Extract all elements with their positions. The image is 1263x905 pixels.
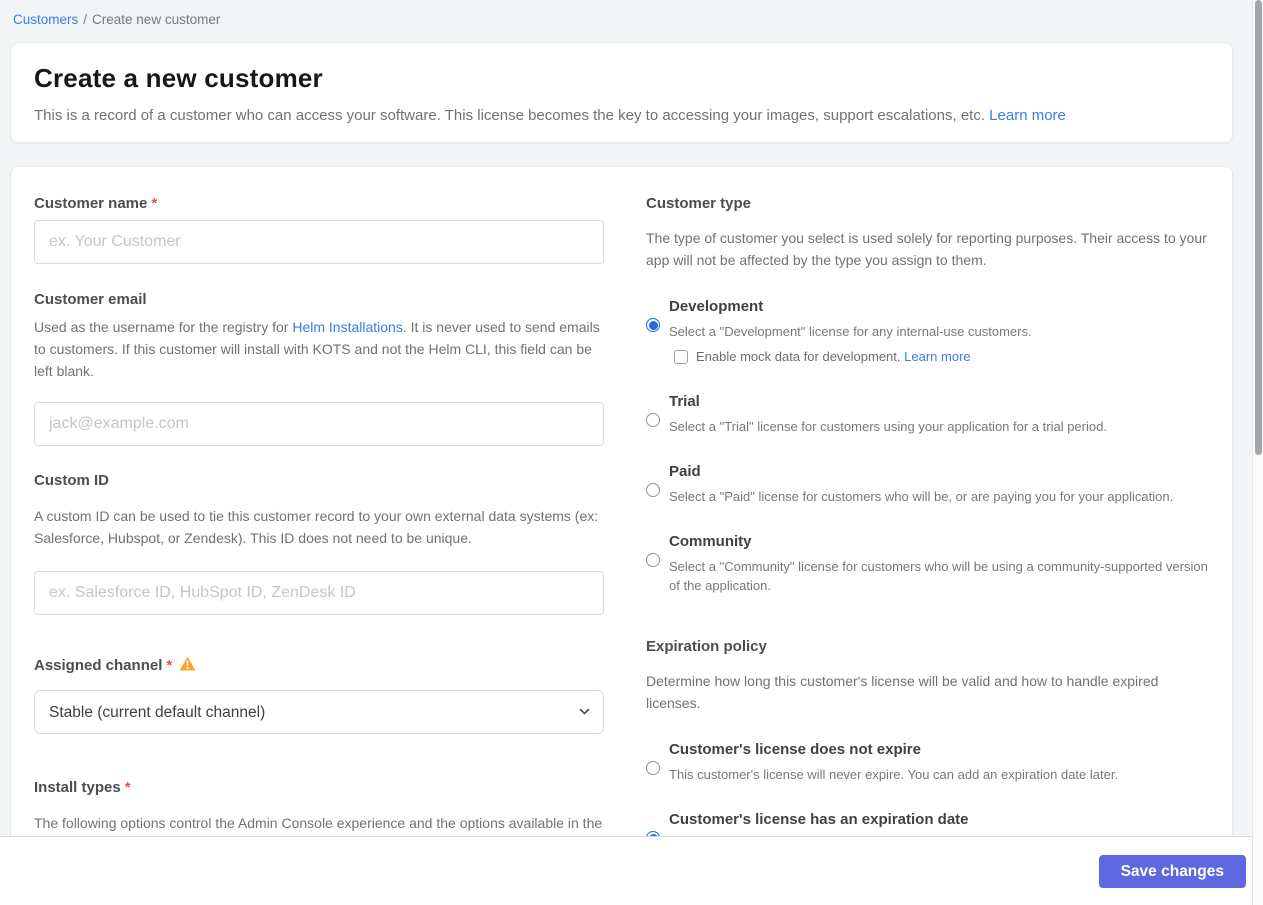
paid-option-desc: Select a "Paid" license for customers wh… <box>669 489 1174 504</box>
breadcrumb-current: Create new customer <box>92 12 221 27</box>
custom-id-label: Custom ID <box>34 472 109 489</box>
scrollbar-thumb[interactable] <box>1254 0 1262 455</box>
assigned-channel-select[interactable]: Stable (current default channel) <box>34 690 604 734</box>
form-right-column: Customer type The type of customer you s… <box>646 194 1211 838</box>
header-description-text: This is a record of a customer who can a… <box>34 107 985 124</box>
no-expire-option-desc: This customer's license will never expir… <box>669 767 1119 782</box>
action-footer: Save changes <box>0 836 1263 905</box>
community-radio[interactable] <box>646 553 660 567</box>
community-option-title: Community <box>669 533 752 550</box>
mock-data-checkbox[interactable] <box>674 350 688 364</box>
required-asterisk: * <box>166 657 173 674</box>
community-option-desc: Select a "Community" license for custome… <box>669 559 1208 593</box>
breadcrumb-separator: / <box>83 12 88 27</box>
customer-email-label: Customer email <box>34 291 147 308</box>
development-option-desc: Select a "Development" license for any i… <box>669 324 1032 339</box>
customer-type-option-development: Development Select a "Development" licen… <box>646 297 1211 366</box>
page-title: Create a new customer <box>34 63 323 93</box>
expiration-policy-options: Customer's license does not expire This … <box>646 740 1211 838</box>
header-description: This is a record of a customer who can a… <box>34 105 1209 126</box>
page: Customers / Create new customer Create a n… <box>0 0 1263 905</box>
customer-email-help: Used as the username for the registry fo… <box>34 316 604 382</box>
required-asterisk: * <box>124 779 131 796</box>
save-changes-button[interactable]: Save changes <box>1098 855 1246 888</box>
assigned-channel-label: Assigned channel * <box>34 656 604 676</box>
breadcrumb: Customers / Create new customer <box>13 12 1233 27</box>
install-types-help: The following options control the Admin … <box>34 812 604 838</box>
email-help-before: Used as the username for the registry fo… <box>34 319 293 335</box>
warning-icon <box>179 656 196 671</box>
trial-radio[interactable] <box>646 413 660 427</box>
expiration-option-has-date: Customer's license has an expiration dat… <box>646 810 1211 838</box>
customer-email-input[interactable] <box>34 402 604 446</box>
expiration-policy-heading: Expiration policy <box>646 638 767 655</box>
mock-data-label-text: Enable mock data for development. <box>696 349 901 364</box>
custom-id-input[interactable] <box>34 571 604 615</box>
assigned-channel-label-text: Assigned channel <box>34 657 163 674</box>
header-learn-more-link[interactable]: Learn more <box>989 107 1066 124</box>
mock-data-row: Enable mock data for development. Learn … <box>674 348 1211 366</box>
no-expire-radio[interactable] <box>646 761 660 775</box>
custom-id-help: A custom ID can be used to tie this cust… <box>34 508 599 546</box>
trial-option-desc: Select a "Trial" license for customers u… <box>669 419 1107 434</box>
helm-installations-link[interactable]: Helm Installations <box>292 319 403 335</box>
header-card: Create a new customer This is a record o… <box>10 42 1233 143</box>
customer-form-card: Customer name* Customer email Used as th… <box>10 166 1233 839</box>
development-option-title: Development <box>669 298 764 315</box>
form-left-column: Customer name* Customer email Used as th… <box>34 194 604 838</box>
page-scrollbar[interactable] <box>1252 0 1263 905</box>
paid-option-title: Paid <box>669 463 701 480</box>
development-radio[interactable] <box>646 318 660 332</box>
customer-type-option-paid: Paid Select a "Paid" license for custome… <box>646 462 1211 506</box>
customer-name-label-text: Customer name <box>34 195 148 212</box>
customer-type-option-community: Community Select a "Community" license f… <box>646 532 1211 595</box>
customer-type-description: The type of customer you select is used … <box>646 230 1207 268</box>
trial-option-title: Trial <box>669 393 700 410</box>
customer-type-options: Development Select a "Development" licen… <box>646 297 1211 595</box>
customer-type-heading: Customer type <box>646 195 752 212</box>
mock-data-label: Enable mock data for development. Learn … <box>696 348 971 366</box>
paid-radio[interactable] <box>646 483 660 497</box>
has-expiration-option-title: Customer's license has an expiration dat… <box>669 811 969 828</box>
expiration-policy-description: Determine how long this customer's licen… <box>646 673 1159 711</box>
install-types-label-text: Install types <box>34 779 121 796</box>
no-expire-option-title: Customer's license does not expire <box>669 741 921 758</box>
customer-name-input[interactable] <box>34 220 604 264</box>
mock-data-learn-more-link[interactable]: Learn more <box>904 349 970 364</box>
customer-name-label: Customer name * <box>34 194 604 214</box>
install-types-label: Install types * <box>34 778 604 798</box>
expiration-option-no-expire: Customer's license does not expire This … <box>646 740 1211 784</box>
customer-type-option-trial: Trial Select a "Trial" license for custo… <box>646 392 1211 436</box>
breadcrumb-customers-link[interactable]: Customers <box>13 12 78 27</box>
required-asterisk: * <box>151 195 158 212</box>
